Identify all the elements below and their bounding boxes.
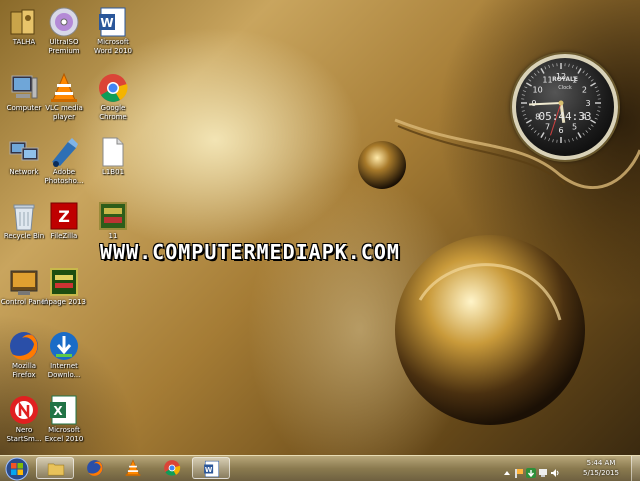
inpage-file-icon (97, 200, 129, 232)
desktop-icon-excel[interactable]: X Microsoft Excel 2010 (32, 392, 96, 454)
desktop-icon-inpage[interactable]: Inpage 2013 (32, 264, 96, 326)
desktop-icon-label: L1B01 (79, 168, 147, 177)
desktop-icon-label: Microsoft Excel 2010 (30, 426, 98, 444)
desktop-icon-blank-document[interactable]: L1B01 (81, 134, 145, 196)
desktop-icon-word[interactable]: W Microsoft Word 2010 (81, 4, 145, 66)
firefox-icon (86, 459, 104, 477)
desktop-icon-label: Inpage 2013 (30, 298, 98, 307)
clock-gadget[interactable]: 121234567891011 ROYALE Clock 05:44:33 (512, 54, 618, 160)
inpage-icon (48, 266, 80, 298)
taskbar-button-firefox[interactable] (76, 457, 114, 479)
desktop-icon-label: Internet Downlo... (30, 362, 98, 380)
folder-icon (47, 460, 65, 478)
network-tray-icon[interactable] (538, 463, 548, 473)
action-center-flag-icon[interactable] (514, 463, 524, 473)
taskbar-button-chrome[interactable] (153, 457, 191, 479)
tray-date: 5/15/2015 (578, 468, 624, 478)
blank-document-icon (97, 136, 129, 168)
idm-icon (48, 330, 80, 362)
desktop-icon-idm[interactable]: Internet Downlo... (32, 328, 96, 390)
svg-text:W: W (205, 466, 213, 474)
word-icon: W (203, 460, 221, 478)
clock-face: 121234567891011 (516, 58, 614, 156)
taskbar: W 5:44 AM 5/15/2015 (0, 455, 640, 481)
show-desktop-button[interactable] (631, 456, 640, 481)
clock-numeral: 3 (585, 99, 590, 108)
taskbar-button-vlc[interactable] (114, 457, 152, 479)
vlc-cone-icon (124, 459, 142, 477)
clock-brand: ROYALE (516, 76, 614, 83)
show-hidden-icons-arrow-icon[interactable] (502, 463, 512, 473)
excel-icon: X (48, 394, 80, 426)
idm-tray-icon[interactable] (526, 463, 536, 473)
photoshop-icon (48, 136, 80, 168)
desktop-icon-label: Microsoft Word 2010 (79, 38, 147, 56)
vlc-cone-icon (48, 72, 80, 104)
start-button[interactable] (2, 457, 32, 479)
word-icon: W (97, 6, 129, 38)
filezilla-icon: Z (48, 200, 80, 232)
system-tray: 5:44 AM 5/15/2015 (500, 456, 640, 481)
clock-display[interactable]: 5:44 AM 5/15/2015 (578, 458, 624, 478)
tray-time: 5:44 AM (578, 458, 624, 468)
clock-subtitle: Clock (516, 85, 614, 91)
clock-digital-time: 05:44:33 (516, 110, 614, 123)
desktop[interactable]: TALHAUltraISO PremiumWMicrosoft Word 201… (0, 0, 640, 455)
desktop-icon-label: Google Chrome (79, 104, 147, 122)
watermark-text: WWW.COMPUTERMEDIAPK.COM (100, 240, 400, 264)
svg-text:Z: Z (58, 207, 70, 226)
chrome-icon (163, 459, 181, 477)
clock-numeral: 5 (572, 122, 577, 131)
ultraiso-disc-icon (48, 6, 80, 38)
svg-text:X: X (53, 404, 63, 418)
svg-text:W: W (100, 16, 113, 30)
taskbar-button-explorer[interactable] (36, 457, 74, 479)
volume-icon[interactable] (550, 463, 560, 473)
taskbar-button-word[interactable]: W (192, 457, 230, 479)
clock-numeral: 6 (558, 126, 563, 135)
clock-numeral: 7 (545, 122, 550, 131)
windows-logo-icon (2, 457, 32, 481)
chrome-icon (97, 72, 129, 104)
desktop-icon-chrome[interactable]: Google Chrome (81, 70, 145, 132)
